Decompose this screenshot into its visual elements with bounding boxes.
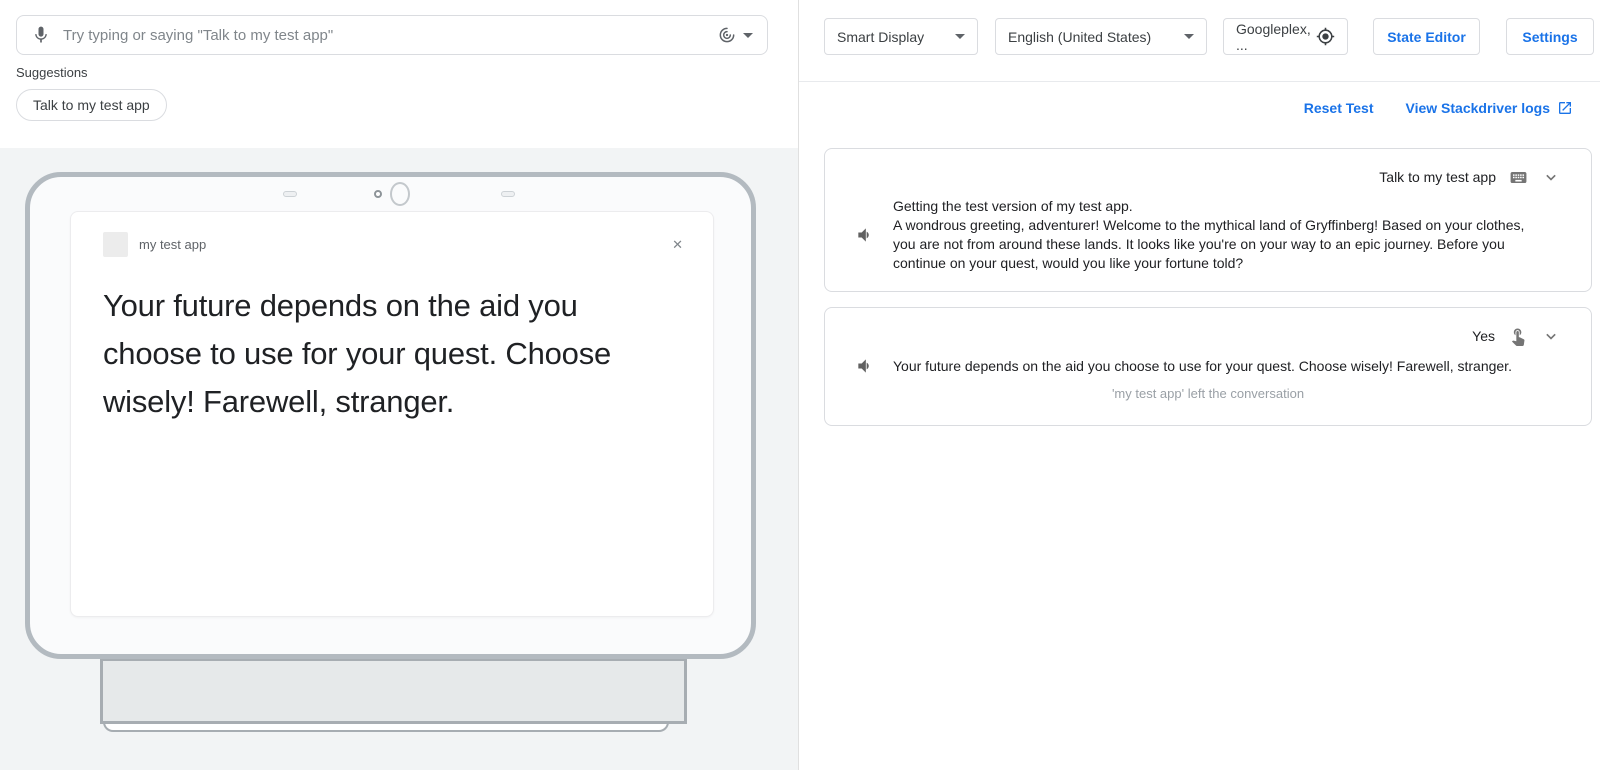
device-stage: my test app ✕ Your future depends on the…	[0, 148, 798, 770]
voice-input-icon	[717, 25, 737, 45]
simulator-panel: Suggestions Talk to my test app my test …	[0, 0, 798, 770]
device-screen-text: Your future depends on the aid you choos…	[103, 282, 677, 426]
device-app-name: my test app	[139, 237, 672, 252]
state-editor-button[interactable]: State Editor	[1373, 18, 1480, 55]
chevron-down-icon[interactable]	[1541, 167, 1561, 187]
conversation-card: Yes Your future depends on the aid you c…	[824, 307, 1592, 426]
chevron-down-icon[interactable]	[1541, 326, 1561, 346]
my-location-icon[interactable]	[1316, 27, 1335, 46]
keyboard-icon	[1509, 168, 1528, 187]
agent-response-text: Your future depends on the aid you choos…	[893, 357, 1512, 376]
dropdown-arrow-icon	[1184, 34, 1194, 39]
response-line: A wondrous greeting, adventurer! Welcome…	[893, 216, 1525, 273]
camera-icon	[390, 182, 410, 206]
voice-output-toggle[interactable]	[717, 25, 753, 45]
language-select-value: English (United States)	[1008, 29, 1151, 45]
response-line: Your future depends on the aid you choos…	[893, 357, 1512, 376]
app-icon-placeholder	[103, 232, 128, 257]
speaker-icon[interactable]	[855, 356, 875, 376]
close-icon[interactable]: ✕	[672, 237, 683, 253]
smart-display-device: my test app ✕ Your future depends on the…	[25, 172, 756, 659]
user-query-row: Yes	[825, 308, 1591, 346]
reset-test-link[interactable]: Reset Test	[1304, 100, 1374, 116]
bezel-sensor-icon	[283, 191, 297, 197]
query-input-bar[interactable]	[16, 15, 768, 55]
bezel-led-icon	[374, 190, 382, 198]
user-query-text: Talk to my test app	[1379, 169, 1496, 185]
user-query-text: Yes	[1472, 328, 1495, 344]
suggestions-label: Suggestions	[16, 65, 88, 80]
surface-select-value: Smart Display	[837, 29, 924, 45]
dropdown-arrow-icon	[955, 34, 965, 39]
test-panel: Smart Display English (United States) Go…	[798, 0, 1600, 770]
speaker-icon[interactable]	[855, 225, 875, 245]
device-base	[100, 658, 687, 724]
suggestion-chip[interactable]: Talk to my test app	[16, 89, 167, 121]
conversation-status: 'my test app' left the conversation	[825, 386, 1591, 401]
response-line: Getting the test version of my test app.	[893, 197, 1525, 216]
touch-icon	[1508, 326, 1528, 346]
stackdriver-logs-link[interactable]: View Stackdriver logs	[1406, 100, 1573, 116]
device-app-header: my test app ✕	[71, 212, 713, 257]
bezel-sensor-icon	[501, 191, 515, 197]
agent-response-row: Getting the test version of my test app.…	[825, 187, 1591, 273]
conversation-card: Talk to my test app Getting the test ver…	[824, 148, 1592, 292]
agent-response-row: Your future depends on the aid you choos…	[825, 346, 1591, 376]
mic-icon[interactable]	[31, 25, 51, 45]
agent-response-text: Getting the test version of my test app.…	[893, 197, 1525, 273]
dropdown-arrow-icon	[743, 33, 753, 38]
stackdriver-logs-label: View Stackdriver logs	[1406, 100, 1550, 116]
external-link-icon	[1557, 100, 1573, 116]
toolbar-divider	[799, 81, 1600, 82]
location-value: Googleplex, ...	[1236, 21, 1316, 53]
device-screen: my test app ✕ Your future depends on the…	[70, 211, 714, 617]
test-actions-row: Reset Test View Stackdriver logs	[799, 100, 1600, 116]
surface-select[interactable]: Smart Display	[824, 18, 978, 55]
settings-button[interactable]: Settings	[1506, 18, 1594, 55]
location-picker[interactable]: Googleplex, ...	[1223, 18, 1348, 55]
user-query-row: Talk to my test app	[825, 149, 1591, 187]
query-input[interactable]	[63, 27, 717, 44]
language-select[interactable]: English (United States)	[995, 18, 1207, 55]
